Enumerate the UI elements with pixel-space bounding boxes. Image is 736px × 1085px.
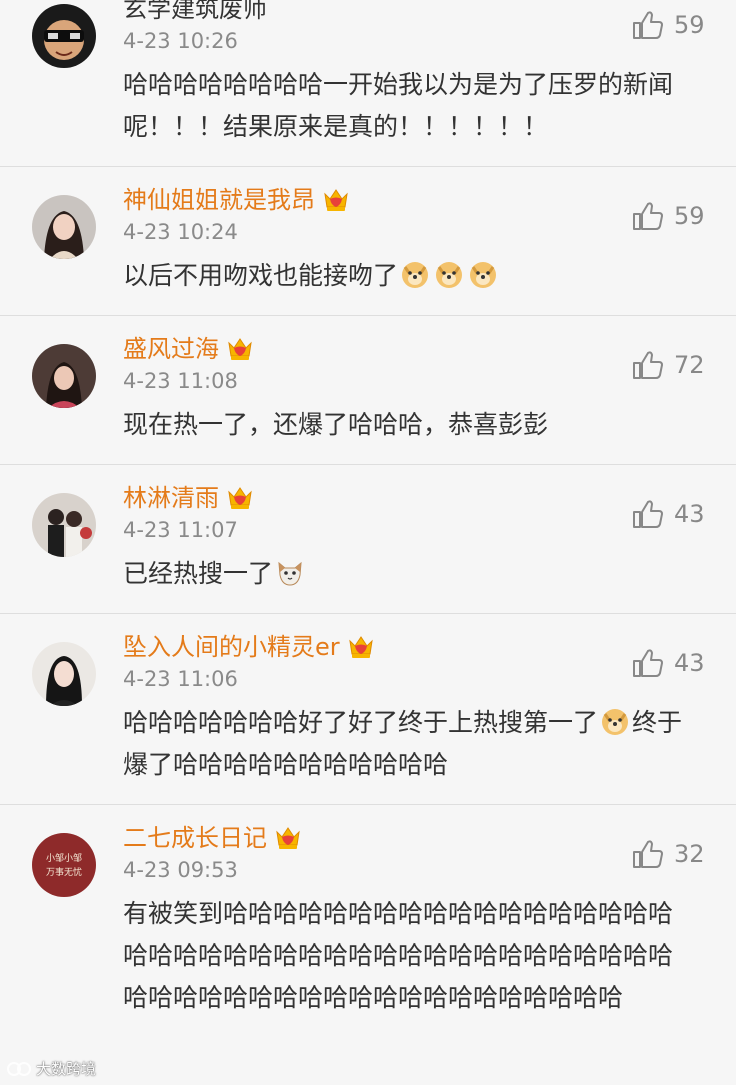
comment-time: 4-23 11:08 xyxy=(123,369,238,393)
comment-text: 以后不用吻戏也能接吻了 xyxy=(123,247,696,315)
comment-item: 59 神仙姐姐就是我昂 4-23 10:24 以后不用吻戏也能接吻了 xyxy=(0,181,736,316)
username[interactable]: 玄学建筑废师 xyxy=(123,0,267,24)
comment-text-body: 以后不用吻戏也能接吻了 xyxy=(123,261,399,290)
cat-emoji-icon xyxy=(275,557,305,587)
comment-feed: 59 玄学建筑废师 4-23 10:26 哈哈哈哈哈哈哈哈一开始我以为是为了压罗… xyxy=(0,0,736,1037)
like-count: 59 xyxy=(674,11,705,39)
comment-time: 4-23 11:06 xyxy=(123,667,238,691)
comment-time: 4-23 09:53 xyxy=(123,858,238,882)
vip-crown-icon[interactable] xyxy=(346,632,376,662)
avatar-couple-icon xyxy=(32,493,96,557)
username[interactable]: 林淋清雨 xyxy=(123,483,219,513)
thumbs-up-icon xyxy=(630,497,664,531)
avatar-woman-icon xyxy=(32,195,96,259)
avatar-text-line2: 万事无忧 xyxy=(46,866,82,878)
thumbs-up-icon xyxy=(630,199,664,233)
comment-text: 现在热一了，还爆了哈哈哈，恭喜彭彭 xyxy=(123,410,549,439)
comment-item: 72 盛风过海 4-23 11:08 现在热一了，还爆了哈哈哈，恭喜彭彭 xyxy=(0,330,736,465)
comment-item: 59 玄学建筑废师 4-23 10:26 哈哈哈哈哈哈哈哈一开始我以为是为了压罗… xyxy=(0,0,736,167)
comment-text: 有被笑到哈哈哈哈哈哈哈哈哈哈哈哈哈哈哈哈哈哈哈哈哈哈哈哈哈哈哈哈哈哈哈哈哈哈哈哈… xyxy=(123,899,674,1012)
avatar[interactable]: 小邹小邹 万事无忧 xyxy=(32,833,96,897)
watermark-text: 大数跨境 xyxy=(36,1060,97,1078)
avatar[interactable] xyxy=(32,4,96,68)
avatar-text-line1: 小邹小邹 xyxy=(46,852,82,864)
like-button[interactable]: 43 xyxy=(630,497,710,531)
thumbs-up-icon xyxy=(630,8,664,42)
comment-time: 4-23 10:26 xyxy=(123,29,238,53)
thumbs-up-icon xyxy=(630,646,664,680)
vip-crown-icon[interactable] xyxy=(225,334,255,364)
doge-emoji-icon xyxy=(400,259,430,289)
like-button[interactable]: 43 xyxy=(630,646,710,680)
like-count: 72 xyxy=(674,351,705,379)
like-count: 43 xyxy=(674,649,705,677)
comment-text-body: 哈哈哈哈哈哈哈好了好了终于上热搜第一了 xyxy=(123,708,599,737)
comment-item: 43 林淋清雨 4-23 11:07 已经热搜一了 xyxy=(0,479,736,614)
doge-emoji-icon xyxy=(600,706,630,736)
like-count: 32 xyxy=(674,840,705,868)
avatar[interactable] xyxy=(32,195,96,259)
comment-item: 小邹小邹 万事无忧 32 二七成长日记 4-23 09:53 有被笑到哈哈哈哈哈… xyxy=(0,819,736,1037)
vip-crown-icon[interactable] xyxy=(321,185,351,215)
username[interactable]: 二七成长日记 xyxy=(123,823,267,853)
vip-crown-icon[interactable] xyxy=(225,483,255,513)
like-count: 59 xyxy=(674,202,705,230)
watermark: 大数跨境 xyxy=(6,1058,96,1079)
username[interactable]: 神仙姐姐就是我昂 xyxy=(123,185,315,215)
avatar[interactable] xyxy=(32,344,96,408)
like-button[interactable]: 72 xyxy=(630,348,710,382)
avatar[interactable] xyxy=(32,493,96,557)
doge-emoji-icon xyxy=(434,259,464,289)
avatar-red-badge-icon: 小邹小邹 万事无忧 xyxy=(32,833,96,897)
comment-text: 哈哈哈哈哈哈哈好了好了终于上热搜第一了 终于爆了哈哈哈哈哈哈哈哈哈哈哈 xyxy=(123,694,696,804)
comment-text: 哈哈哈哈哈哈哈哈一开始我以为是为了压罗的新闻呢！！！结果原来是真的！！！！！！ xyxy=(123,70,674,141)
avatar[interactable] xyxy=(32,642,96,706)
comment-text: 已经热搜一了 xyxy=(123,545,696,613)
avatar-sunglasses-icon xyxy=(32,4,96,68)
comment-text-body: 已经热搜一了 xyxy=(123,559,274,588)
like-count: 43 xyxy=(674,500,705,528)
username[interactable]: 坠入人间的小精灵er xyxy=(123,632,340,662)
avatar-woman-icon xyxy=(32,344,96,408)
comment-time: 4-23 10:24 xyxy=(123,220,238,244)
thumbs-up-icon xyxy=(630,348,664,382)
thumbs-up-icon xyxy=(630,837,664,871)
avatar-woman-icon xyxy=(32,642,96,706)
vip-crown-icon[interactable] xyxy=(273,823,303,853)
comment-item: 43 坠入人间的小精灵er 4-23 11:06 哈哈哈哈哈哈哈好了好了终于上热… xyxy=(0,628,736,805)
username[interactable]: 盛风过海 xyxy=(123,334,219,364)
watermark-logo-icon xyxy=(7,1061,31,1076)
like-button[interactable]: 32 xyxy=(630,837,710,871)
comment-time: 4-23 11:07 xyxy=(123,518,238,542)
like-button[interactable]: 59 xyxy=(630,199,710,233)
like-button[interactable]: 59 xyxy=(630,8,710,42)
doge-emoji-icon xyxy=(468,259,498,289)
